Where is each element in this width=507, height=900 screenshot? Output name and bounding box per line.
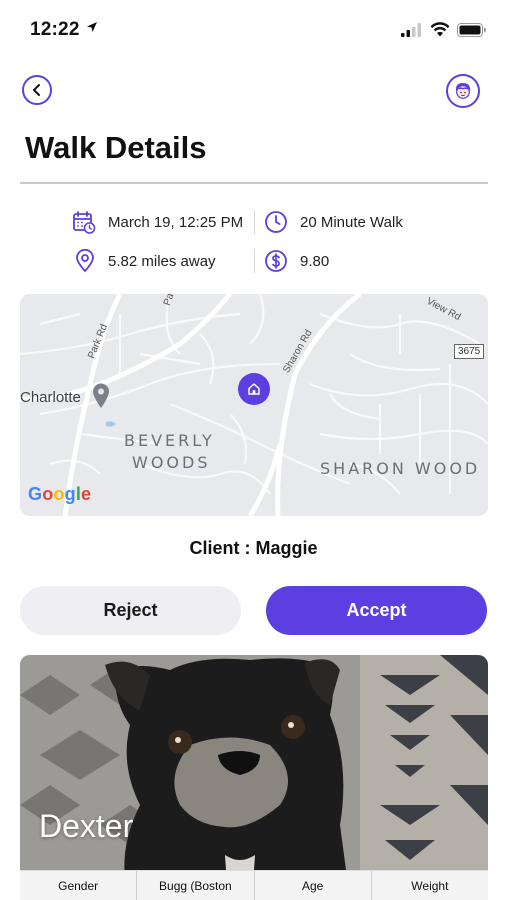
map-label-charlotte: Charlotte (20, 389, 81, 406)
google-logo: Google (28, 484, 92, 504)
client-label: Client : Maggie (189, 538, 318, 558)
location-arrow-icon (87, 22, 97, 32)
walk-distance: 5.82 miles away (74, 249, 216, 273)
walk-distance-text: 5.82 miles away (108, 252, 216, 270)
dog-card[interactable]: Dexter Gender Bugg (Boston Age Weight (20, 655, 488, 900)
clock-icon (265, 211, 287, 233)
reject-button[interactable]: Reject (20, 586, 241, 635)
chevron-left-icon (33, 84, 40, 96)
avatar-face-icon (455, 83, 471, 99)
walk-duration-text: 20 Minute Walk (300, 213, 403, 231)
dog-name: Dexter (39, 808, 134, 844)
stat-age: Age (255, 871, 372, 900)
walk-map[interactable]: BEVERLY WOODS SHARON WOOD Charlotte Park… (20, 294, 488, 516)
stat-gender: Gender (20, 871, 138, 900)
home-icon (248, 383, 260, 395)
place-pin-icon (93, 383, 109, 408)
walk-price: 9.80 (264, 249, 329, 273)
back-button[interactable] (22, 75, 52, 105)
header-divider (20, 182, 488, 184)
info-separator (254, 210, 255, 234)
dollar-icon (265, 250, 287, 272)
walk-price-text: 9.80 (300, 252, 330, 270)
info-separator (254, 249, 255, 273)
map-streets (20, 294, 488, 516)
map-label-woods: WOODS (132, 453, 211, 472)
status-icons (401, 22, 487, 37)
home-pin-button[interactable] (238, 373, 270, 405)
walk-duration: 20 Minute Walk (264, 210, 403, 234)
route-badge: 3675 (454, 344, 485, 359)
walk-date-text: March 19, 12:25 PM (108, 213, 244, 231)
accept-button[interactable]: Accept (266, 586, 487, 635)
dog-photo (20, 655, 488, 900)
status-bar: 12:22 (0, 0, 507, 60)
walk-date: March 19, 12:25 PM (72, 210, 243, 234)
page-title: Walk Details (25, 130, 207, 165)
profile-avatar-button[interactable] (446, 74, 480, 108)
stat-weight: Weight (411, 878, 449, 893)
calendar-clock-icon (73, 211, 96, 234)
map-label-sharon-wood: SHARON WOOD (320, 459, 481, 478)
status-time: 12:22 (30, 19, 80, 40)
battery-icon (457, 22, 486, 37)
map-label-beverly: BEVERLY (124, 431, 215, 450)
dog-stats-row: Gender Bugg (Boston Age Weight (20, 870, 488, 900)
signal-icon (401, 22, 421, 37)
stat-breed: Bugg (Boston (137, 871, 255, 900)
wifi-icon (430, 22, 450, 37)
map-pin-icon (76, 249, 94, 273)
